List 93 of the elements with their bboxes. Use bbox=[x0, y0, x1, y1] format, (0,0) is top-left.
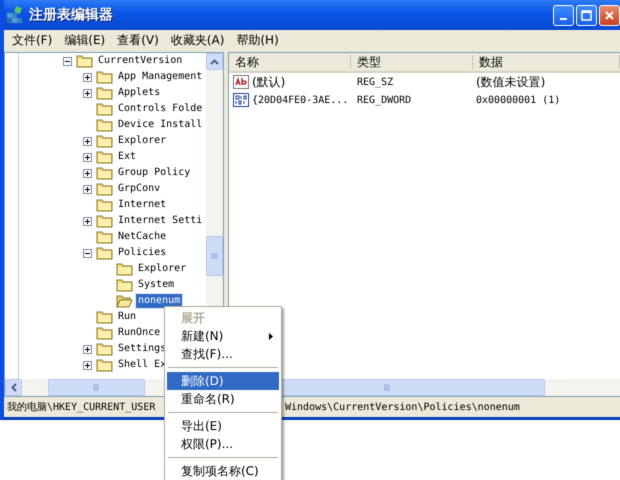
tree-item[interactable]: Group Policy bbox=[116, 166, 192, 180]
window-title: 注册表编辑器 bbox=[29, 6, 114, 24]
folder-icon bbox=[96, 342, 113, 356]
tree-item[interactable]: Controls Folde bbox=[116, 102, 204, 116]
tree-item[interactable]: nonenum bbox=[136, 294, 182, 308]
value-name[interactable]: (默认) bbox=[252, 74, 286, 90]
maximize-button[interactable] bbox=[576, 4, 597, 26]
folder-icon bbox=[96, 134, 113, 148]
folder-icon bbox=[96, 358, 113, 372]
folder-icon bbox=[116, 294, 133, 308]
tree-item[interactable]: Applets bbox=[116, 86, 162, 100]
tree-item[interactable]: Device Install bbox=[116, 118, 204, 132]
grip-icon bbox=[211, 252, 218, 260]
table-cell-text: REG_DWORD bbox=[356, 94, 412, 106]
scrollbar-thumb[interactable] bbox=[48, 379, 145, 396]
folder-icon bbox=[96, 166, 113, 180]
folder-icon bbox=[116, 262, 133, 276]
tree-item[interactable]: Ext bbox=[116, 150, 138, 164]
folder-icon bbox=[76, 54, 93, 68]
expand-icon[interactable] bbox=[83, 72, 92, 82]
tree-item[interactable]: Run bbox=[116, 310, 138, 324]
tree-item[interactable]: NetCache bbox=[116, 230, 168, 244]
status-text: Windows\CurrentVersion\Policies\nonenum bbox=[285, 402, 520, 412]
folder-icon bbox=[96, 198, 113, 212]
minimize-icon bbox=[560, 18, 567, 20]
scroll-up-icon bbox=[210, 58, 219, 64]
column-header[interactable]: 类型 bbox=[351, 55, 473, 69]
folder-icon bbox=[96, 182, 113, 196]
collapse-icon[interactable] bbox=[63, 56, 72, 66]
expand-icon[interactable] bbox=[83, 88, 92, 98]
folder-icon bbox=[96, 150, 113, 164]
scroll-left-icon bbox=[10, 383, 16, 392]
menu-item[interactable]: 文件(F) bbox=[6, 32, 58, 48]
tree-item[interactable]: System bbox=[136, 278, 176, 292]
scrollbar-thumb[interactable] bbox=[206, 236, 223, 276]
folder-icon bbox=[116, 278, 133, 292]
expand-icon[interactable] bbox=[83, 344, 92, 354]
tree-item[interactable]: Explorer bbox=[116, 134, 168, 148]
folder-icon bbox=[96, 86, 113, 100]
folder-icon bbox=[96, 102, 113, 116]
menu-item[interactable]: 导出(E) bbox=[167, 417, 279, 435]
table-cell-text: 0x00000001 (1) bbox=[475, 94, 560, 106]
expand-icon[interactable] bbox=[83, 136, 92, 146]
scroll-up-button[interactable] bbox=[206, 53, 223, 70]
app-icon bbox=[6, 6, 24, 24]
menu-item[interactable]: 编辑(E) bbox=[58, 32, 112, 48]
expand-icon[interactable] bbox=[83, 184, 92, 194]
menu-item[interactable]: 查找(F)... bbox=[167, 345, 279, 363]
tree-item[interactable]: Explorer bbox=[136, 262, 188, 276]
folder-icon bbox=[96, 70, 113, 84]
minimize-button[interactable] bbox=[553, 4, 574, 26]
close-button[interactable] bbox=[599, 4, 620, 26]
expand-icon[interactable] bbox=[83, 152, 92, 162]
menu-item[interactable]: 重命名(R) bbox=[167, 390, 279, 408]
maximize-icon bbox=[581, 10, 592, 20]
grip-icon bbox=[384, 384, 390, 391]
menu-item[interactable]: 删除(D) bbox=[167, 372, 279, 390]
collapse-icon[interactable] bbox=[83, 248, 92, 258]
submenu-arrow-icon bbox=[269, 332, 273, 340]
value-name[interactable]: {20D04FE0-3AE... bbox=[252, 94, 348, 106]
tree-item[interactable]: Internet bbox=[116, 198, 168, 212]
column-header[interactable]: 名称 bbox=[229, 55, 351, 69]
tree-item[interactable]: Settings bbox=[116, 342, 168, 356]
expand-icon[interactable] bbox=[83, 168, 92, 178]
menu-item[interactable]: 查看(V) bbox=[111, 32, 165, 48]
tree-item[interactable]: Internet Setti bbox=[116, 214, 204, 228]
menu-item[interactable]: 收藏夹(A) bbox=[164, 32, 230, 48]
expand-icon[interactable] bbox=[83, 216, 92, 226]
folder-icon bbox=[96, 246, 113, 260]
binary-value-icon bbox=[233, 93, 249, 107]
tree-item[interactable]: App Management bbox=[116, 70, 204, 84]
tree-item[interactable]: RunOnce bbox=[116, 326, 162, 340]
tree-item[interactable]: GrpConv bbox=[116, 182, 162, 196]
table-cell-text: (数值未设置) bbox=[475, 74, 546, 90]
folder-icon bbox=[96, 230, 113, 244]
tree-item[interactable]: Policies bbox=[116, 246, 168, 260]
folder-icon bbox=[96, 310, 113, 324]
folder-icon bbox=[96, 326, 113, 340]
tree-item[interactable]: CurrentVersion bbox=[96, 54, 184, 68]
folder-icon bbox=[96, 214, 113, 228]
close-icon bbox=[604, 10, 615, 20]
text-value-icon bbox=[233, 75, 249, 89]
folder-icon bbox=[96, 118, 113, 132]
menu-item[interactable]: 帮助(H) bbox=[230, 32, 285, 48]
scroll-left-button[interactable] bbox=[5, 379, 22, 396]
menu-item[interactable]: 复制项名称(C) bbox=[167, 462, 279, 480]
expand-icon[interactable] bbox=[83, 360, 92, 370]
table-cell-text: REG_SZ bbox=[356, 76, 394, 88]
column-header[interactable]: 数据 bbox=[473, 55, 620, 69]
status-text: 我的电脑\HKEY_CURRENT_USER bbox=[7, 400, 156, 414]
menu-item[interactable]: 新建(N) bbox=[167, 327, 279, 345]
menu-item[interactable]: 权限(P)... bbox=[167, 435, 279, 453]
grip-icon bbox=[93, 384, 100, 391]
